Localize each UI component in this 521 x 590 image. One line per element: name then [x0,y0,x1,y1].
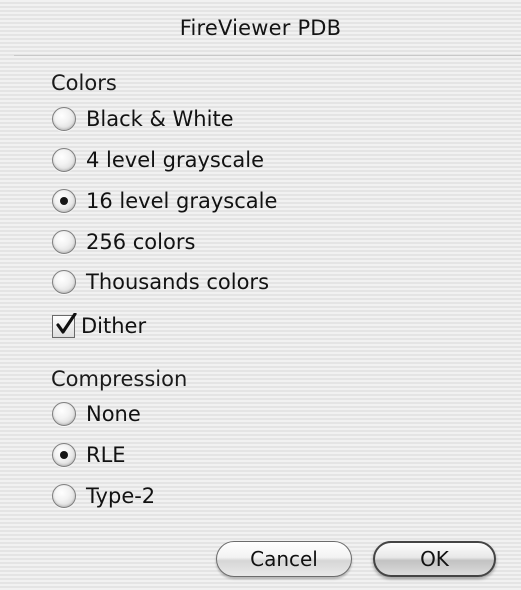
compression-option-none[interactable]: None [52,399,141,429]
radio-black-white[interactable] [52,107,76,131]
radio-none[interactable] [52,402,76,426]
option-label-none: None [86,402,141,426]
option-label-16-level-grayscale: 16 level grayscale [86,189,278,213]
radio-4-level-grayscale[interactable] [52,148,76,172]
dialog-content: Colors Black & White 4 level grayscale 1… [0,0,521,590]
option-label-4-level-grayscale: 4 level grayscale [86,148,265,172]
colors-section-label: Colors [51,71,117,95]
compression-option-rle[interactable]: RLE [52,440,126,470]
radio-rle[interactable] [52,443,76,467]
radio-type-2[interactable] [52,484,76,508]
color-option-thousands-colors[interactable]: Thousands colors [52,267,269,297]
dither-checkbox[interactable] [52,312,77,338]
option-label-type-2: Type-2 [86,484,156,508]
color-option-black-white[interactable]: Black & White [52,104,234,134]
dither-checkbox-row[interactable]: Dither [52,311,146,341]
dither-label: Dither [81,314,147,338]
color-option-4-level-grayscale[interactable]: 4 level grayscale [52,145,264,175]
cancel-button[interactable]: Cancel [216,541,352,577]
fireviewer-pdb-dialog: FireViewer PDB Colors Black & White 4 le… [0,0,521,590]
radio-thousands-colors[interactable] [52,270,76,294]
color-option-16-level-grayscale[interactable]: 16 level grayscale [52,186,277,216]
option-label-rle: RLE [86,443,126,467]
option-label-thousands-colors: Thousands colors [86,270,270,294]
ok-button[interactable]: OK [373,541,496,577]
option-label-256-colors: 256 colors [86,230,196,254]
color-option-256-colors[interactable]: 256 colors [52,227,195,257]
option-label-black-white: Black & White [86,107,234,131]
radio-16-level-grayscale[interactable] [52,189,76,213]
checkmark-icon [56,312,77,334]
compression-section-label: Compression [51,367,188,391]
radio-256-colors[interactable] [52,230,76,254]
compression-option-type-2[interactable]: Type-2 [52,481,155,511]
